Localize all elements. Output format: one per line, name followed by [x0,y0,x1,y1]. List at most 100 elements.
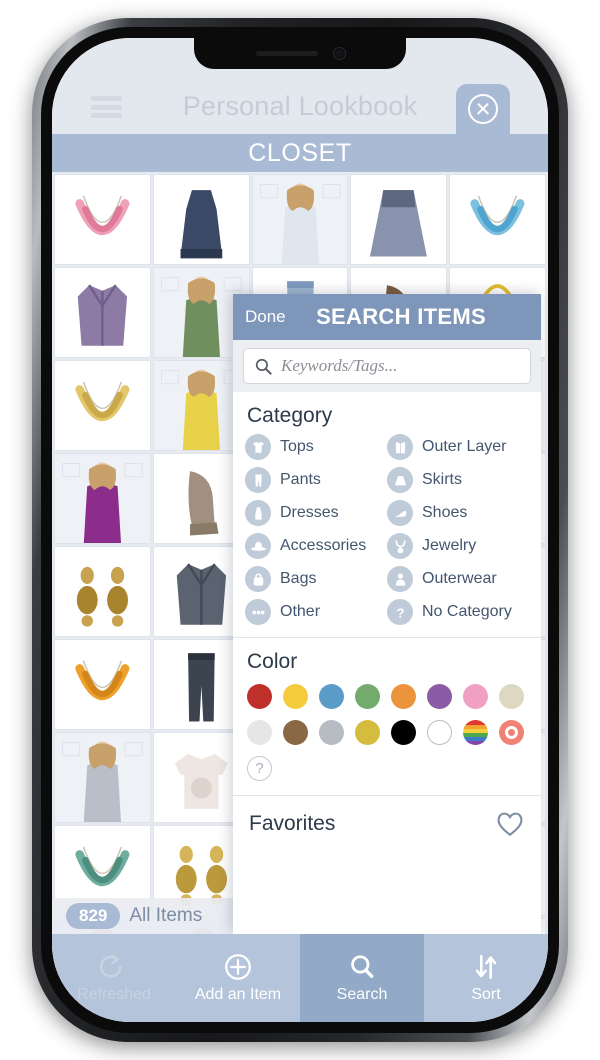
color-swatch-green[interactable] [355,684,380,709]
device-notch [194,38,406,69]
grey-faux-fur-coat-model-image [55,733,150,822]
color-swatch-white[interactable] [427,720,452,745]
color-swatch-blue[interactable] [319,684,344,709]
color-swatch-unknown[interactable]: ? [247,756,272,781]
ellipsis-icon-badge [245,599,271,625]
tab-label: Refreshed [77,986,151,1003]
tab-label: Search [336,986,388,1003]
category-option-label: Bags [280,570,317,587]
color-swatch-red[interactable] [247,684,272,709]
skirt-icon-badge [387,467,413,493]
handbag-icon [253,572,263,586]
color-swatch-grid[interactable]: ? [233,680,541,795]
category-option-label: Outer Layer [422,438,507,455]
pants-icon [254,474,262,486]
category-option-bags[interactable]: Bags [245,566,387,592]
category-option-other[interactable]: Other [245,599,387,625]
category-option-outer-layer[interactable]: Outer Layer [387,434,529,460]
category-option-pants[interactable]: Pants [245,467,387,493]
color-swatch-light-gray[interactable] [247,720,272,745]
item-count-label: All Items [129,905,203,926]
search-input[interactable]: Keywords/Tags... [243,348,531,384]
closet-item-pink-statement-necklace[interactable] [54,174,151,265]
color-swatch-orange[interactable] [391,684,416,709]
magnifier-icon [255,358,272,375]
category-grid[interactable]: Tops Outer Layer Pants Skirts Dresses Sh… [233,434,541,637]
tab-refreshed[interactable]: Refreshed [52,934,176,1022]
category-option-label: Other [280,603,321,620]
tab-label: Sort [471,986,501,1003]
closet-item-orange-ruffle-necklace[interactable] [54,639,151,730]
category-option-label: Dresses [280,504,339,521]
done-button[interactable]: Done [245,307,286,327]
bottom-tab-bar[interactable]: Refreshed Add an Item Search Sort [52,934,548,1022]
sort-arrows-icon [475,955,497,979]
phone-screen: Personal Lookbook CLOSET 829 All Items D… [52,38,548,1022]
section-title: CLOSET [248,138,352,167]
pants-icon-badge [245,467,271,493]
closet-item-gold-layered-necklace[interactable] [54,360,151,451]
category-option-accessories[interactable]: Accessories [245,533,387,559]
tab-label: Add an Item [194,986,282,1003]
necklace-icon-badge [387,533,413,559]
search-panel-body: Category Tops Outer Layer Pants Skirts D… [233,392,541,934]
svg-text:?: ? [396,605,404,620]
navy-sleeveless-dress-image [153,175,249,264]
phone-device: Personal Lookbook CLOSET 829 All Items D… [32,18,568,1042]
gold-chandelier-earrings-image [55,547,150,636]
floral-print-dress-model-image [252,175,348,264]
closet-item-purple-maxi-dress-model[interactable] [54,453,151,544]
tab-sort[interactable]: Sort [424,934,548,1022]
category-option-label: Outerwear [422,570,497,587]
skirt-icon [394,475,406,485]
shoe-icon [394,510,406,517]
close-circle-icon [468,94,498,124]
category-option-outerwear[interactable]: Outerwear [387,566,529,592]
category-option-label: Shoes [422,504,468,521]
hoodie-icon [395,573,405,586]
color-swatch-beige[interactable] [499,684,524,709]
closet-item-patterned-maxi-skirt[interactable] [350,174,448,265]
refresh-icon [99,954,122,978]
tab-add-an-item[interactable]: Add an Item [176,934,300,1022]
color-swatch-multicolor[interactable] [463,720,488,745]
dress-icon [254,506,262,520]
closet-item-navy-sleeveless-dress[interactable] [152,174,250,265]
category-option-label: Pants [280,471,321,488]
category-option-shoes[interactable]: Shoes [387,500,529,526]
color-swatch-brown[interactable] [283,720,308,745]
category-option-no-category[interactable]: ? No Category [387,599,529,625]
color-section-title: Color [247,650,298,673]
plus-circle-icon [225,954,251,980]
color-swatch-black[interactable] [391,720,416,745]
color-swatch-yellow[interactable] [283,684,308,709]
category-option-tops[interactable]: Tops [245,434,387,460]
closet-item-gold-chandelier-earrings[interactable] [54,546,151,637]
search-items-panel[interactable]: Done SEARCH ITEMS Keywords/Tags... Categ… [233,294,541,934]
color-swatch-gold[interactable] [355,720,380,745]
question-mark-icon: ? [396,605,404,620]
category-option-dresses[interactable]: Dresses [245,500,387,526]
closet-item-blue-beaded-necklace[interactable] [449,174,546,265]
heart-outline-icon[interactable] [495,810,525,837]
tab-search[interactable]: Search [300,934,424,1022]
gold-layered-necklace-image [55,361,150,450]
closet-item-floral-print-dress-model[interactable] [251,174,349,265]
purple-tweed-blazer-image [55,268,150,357]
patterned-maxi-skirt-image [351,175,447,264]
color-swatch-pattern[interactable] [499,720,524,745]
category-option-jewelry[interactable]: Jewelry [387,533,529,559]
purple-maxi-dress-model-image [55,454,150,543]
closet-item-purple-tweed-blazer[interactable] [54,267,151,358]
close-button[interactable] [456,84,510,134]
category-option-skirts[interactable]: Skirts [387,467,529,493]
closet-item-grey-faux-fur-coat-model[interactable] [54,732,151,823]
item-count-badge: 829 [66,903,121,929]
search-field-container: Keywords/Tags... [233,340,541,392]
handbag-icon-badge [245,566,271,592]
pink-statement-necklace-image [55,175,150,264]
color-swatch-pink[interactable] [463,684,488,709]
color-swatch-silver[interactable] [319,720,344,745]
favorites-row[interactable]: Favorites [233,796,541,851]
color-swatch-purple[interactable] [427,684,452,709]
